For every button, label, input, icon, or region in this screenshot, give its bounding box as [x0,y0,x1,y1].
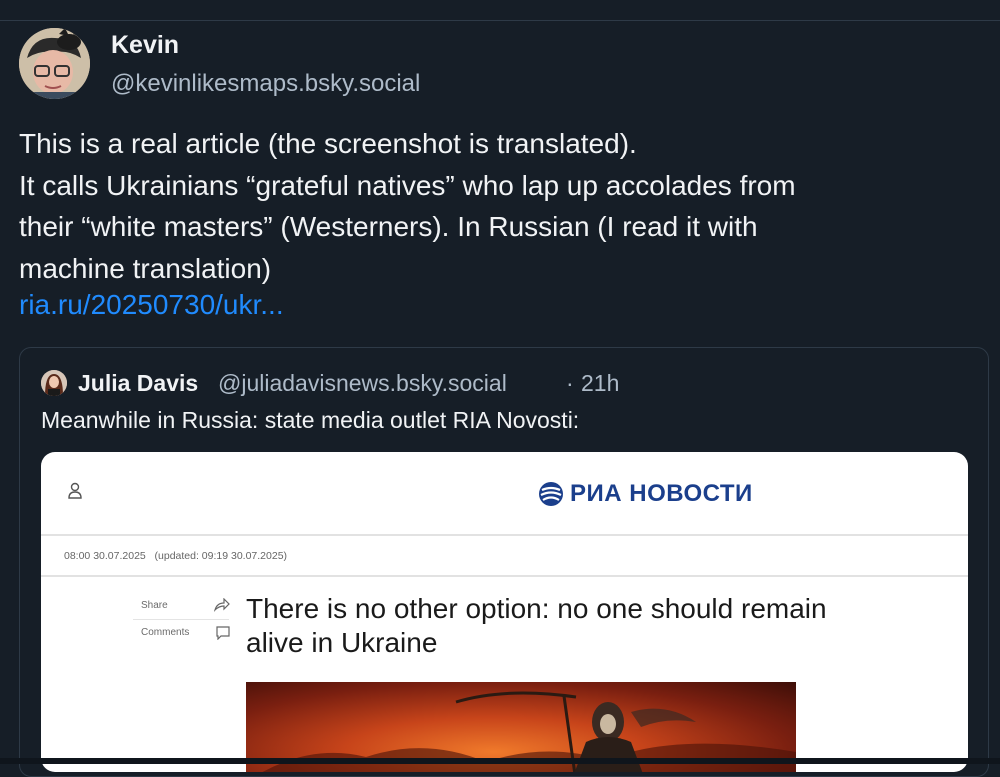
quote-timestamp[interactable]: 21h [581,370,619,397]
embedded-screenshot[interactable]: РИА НОВОСТИ 08:00 30.07.2025 (updated: 0… [41,452,968,772]
quote-text: Meanwhile in Russia: state media outlet … [41,407,580,433]
quote-author-handle[interactable]: @juliadavisnews.bsky.social [218,370,507,397]
share-divider [133,619,229,620]
article-date: 08:00 30.07.2025 (updated: 09:19 30.07.2… [64,550,287,562]
post-text-line: their “white masters” (Westerners). In R… [19,211,758,242]
ria-logo-text: РИА НОВОСТИ [570,480,753,507]
date-divider [41,575,968,577]
author-name[interactable]: Kevin [111,31,179,60]
share-icon [214,598,230,612]
post-text: This is a real article (the screenshot i… [19,123,979,289]
quote-author-avatar[interactable] [41,370,67,396]
article-headline: There is no other option: no one should … [246,593,827,658]
quote-separator: · [566,370,574,396]
bottom-edge [0,758,1000,764]
comments-label: Comments [141,627,190,638]
share-label: Share [141,600,168,611]
ria-globe-icon [539,482,563,506]
user-icon [68,482,82,499]
comment-icon [216,626,230,640]
author-handle[interactable]: @kevinlikesmaps.bsky.social [111,70,420,98]
avatar-image [19,28,90,99]
article-link[interactable]: ria.ru/20250730/ukr... [19,289,284,321]
article-updated: (updated: 09:19 30.07.2025) [154,550,288,562]
top-divider [0,20,1000,21]
article-published: 08:00 30.07.2025 [64,550,146,562]
ria-logo: РИА НОВОСТИ [538,480,753,508]
quote-author-name[interactable]: Julia Davis [78,370,198,397]
quote-avatar-image [41,370,67,396]
author-avatar[interactable] [19,28,90,99]
header-divider [41,534,968,536]
post-text-line: machine translation) [19,252,272,284]
post-text-line: This is a real article (the screenshot i… [19,128,637,159]
post-text-line: It calls Ukrainians “grateful natives” w… [19,169,796,201]
